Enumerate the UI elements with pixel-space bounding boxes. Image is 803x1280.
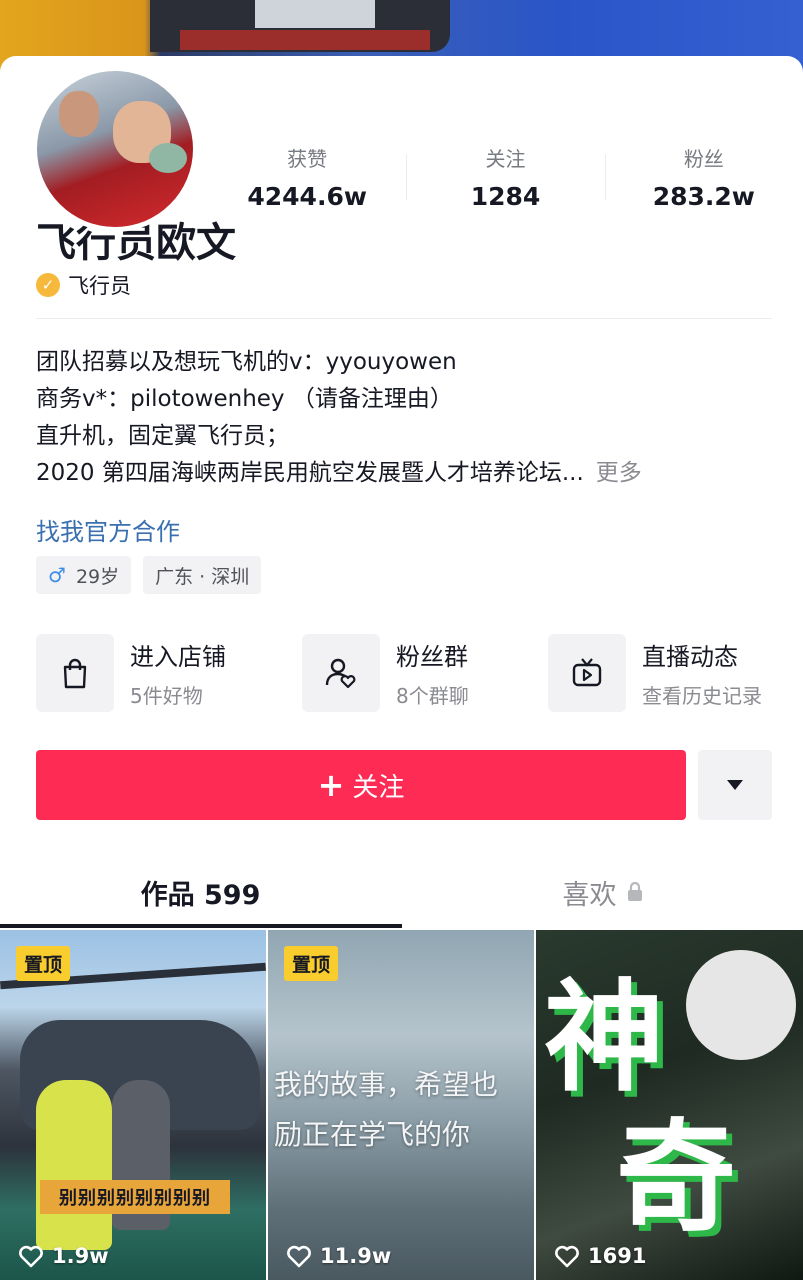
video-tile[interactable]: 我的故事，希望也 励正在学飞的你 置顶 11.9w [268, 930, 534, 1280]
video-likes: 1691 [554, 1244, 646, 1268]
entry-title: 直播动态 [642, 643, 738, 671]
tab-likes[interactable]: 喜欢 [402, 856, 803, 928]
bio-line: 团队招募以及想玩飞机的v：yyouyowen [36, 349, 457, 375]
avatar-face-back [59, 91, 99, 137]
cloud-shape [686, 950, 796, 1060]
video-tile[interactable]: 神 奇 1691 [536, 930, 803, 1280]
video-grid: 别别别别别别别别 置顶 1.9w 我的故事，希望也 励正在学飞的你 置顶 11.… [0, 930, 803, 1280]
content-tabs: 作品 599 喜欢 [0, 856, 803, 928]
bio: 团队招募以及想玩飞机的v：yyouyowen 商务v*：pilotowenhey… [36, 344, 776, 492]
verified-check-icon: ✓ [36, 273, 60, 297]
video-likes: 11.9w [286, 1244, 391, 1268]
stat-label: 获赞 [287, 147, 328, 171]
profile-tags: ♂ 29岁 广东 · 深圳 [36, 556, 273, 594]
entry-live-text: 直播动态 查看历史记录 [642, 637, 762, 709]
live-tv-icon [548, 634, 626, 712]
follow-button[interactable]: + 关注 [36, 750, 686, 820]
like-count: 1691 [588, 1244, 647, 1268]
lock-icon [627, 882, 642, 901]
stat-value: 1284 [470, 182, 541, 211]
caret-down-icon [727, 780, 743, 790]
location-text: 广东 · 深圳 [155, 565, 250, 588]
tab-works[interactable]: 作品 599 [0, 856, 401, 928]
stat-followers[interactable]: 粉丝 283.2w [604, 132, 803, 222]
official-cooperation-link[interactable]: 找我官方合作 [36, 512, 180, 547]
divider [36, 318, 772, 319]
avatar[interactable] [32, 66, 198, 232]
stat-label: 关注 [485, 147, 526, 171]
entry-fan-group[interactable]: 粉丝群 8个群聊 [302, 634, 469, 712]
entry-subtitle: 查看历史记录 [642, 684, 762, 708]
banner-screen [255, 0, 375, 28]
feature-entries: 进入店铺 5件好物 粉丝群 8个群聊 直播动态 查看历史记录 [36, 634, 796, 714]
stat-likes[interactable]: 获赞 4244.6w [208, 132, 406, 222]
more-dropdown-button[interactable] [698, 750, 772, 820]
person-shape [36, 1080, 112, 1250]
entry-fan-group-text: 粉丝群 8个群聊 [396, 637, 469, 709]
verification-label: 飞行员 [68, 274, 131, 298]
location-tag: 广东 · 深圳 [143, 556, 262, 594]
age-tag: ♂ 29岁 [36, 556, 132, 594]
male-icon: ♂ [48, 563, 66, 587]
plus-icon: + [317, 766, 345, 804]
follow-label: 关注 [352, 772, 405, 803]
video-likes: 1.9w [18, 1244, 109, 1268]
stat-label: 粉丝 [683, 147, 724, 171]
entry-title: 粉丝群 [396, 643, 468, 671]
overlay-char: 奇 [616, 1109, 736, 1248]
pinned-badge: 置顶 [16, 946, 71, 981]
entry-title: 进入店铺 [130, 643, 226, 671]
like-count: 11.9w [320, 1244, 392, 1268]
stat-value: 4244.6w [247, 182, 367, 211]
age-text: 29岁 [75, 565, 120, 588]
entry-shop[interactable]: 进入店铺 5件好物 [36, 634, 226, 712]
bio-line-last: 2020 第四届海峡两岸民用航空发展暨人才培养论坛... 更多 [36, 455, 776, 492]
video-caption: 别别别别别别别别 [40, 1180, 230, 1214]
banner-rail [180, 30, 430, 50]
avatar-photo [37, 71, 193, 227]
bio-line: 直升机，固定翼飞行员； [36, 423, 289, 449]
bio-line-text: 2020 第四届海峡两岸民用航空发展暨人才培养论坛... [36, 460, 584, 486]
bio-more-link[interactable]: 更多 [596, 460, 642, 486]
avatar-headset [149, 143, 187, 173]
video-overlay-text: 我的故事，希望也 励正在学飞的你 [268, 1060, 534, 1160]
pinned-badge: 置顶 [284, 946, 339, 981]
heart-icon [287, 1245, 311, 1268]
bio-line: 商务v*：pilotowenhey （请备注理由） [36, 386, 453, 412]
entry-subtitle: 8个群聊 [396, 684, 469, 708]
heart-icon [555, 1245, 579, 1268]
tab-likes-label: 喜欢 [562, 879, 617, 911]
overlay-line: 励正在学飞的你 [274, 1118, 471, 1151]
overlay-line: 我的故事，希望也 [274, 1068, 499, 1101]
stat-following[interactable]: 关注 1284 [406, 132, 604, 222]
shopping-bag-icon [36, 634, 114, 712]
follow-row: + 关注 [36, 750, 772, 820]
entry-live[interactable]: 直播动态 查看历史记录 [548, 634, 762, 712]
active-tab-indicator [0, 924, 402, 928]
entry-subtitle: 5件好物 [130, 684, 203, 708]
profile-stats: 获赞 4244.6w 关注 1284 粉丝 283.2w [208, 132, 803, 222]
like-count: 1.9w [52, 1244, 109, 1268]
video-tile[interactable]: 别别别别别别别别 置顶 1.9w [0, 930, 266, 1280]
heart-icon [19, 1245, 43, 1268]
fan-group-icon [302, 634, 380, 712]
verification-row: ✓ 飞行员 [36, 270, 131, 300]
stat-value: 283.2w [652, 182, 755, 211]
profile-card: 获赞 4244.6w 关注 1284 粉丝 283.2w 飞行员欧文 ✓ 飞行员… [0, 56, 803, 1280]
entry-shop-text: 进入店铺 5件好物 [130, 637, 226, 709]
